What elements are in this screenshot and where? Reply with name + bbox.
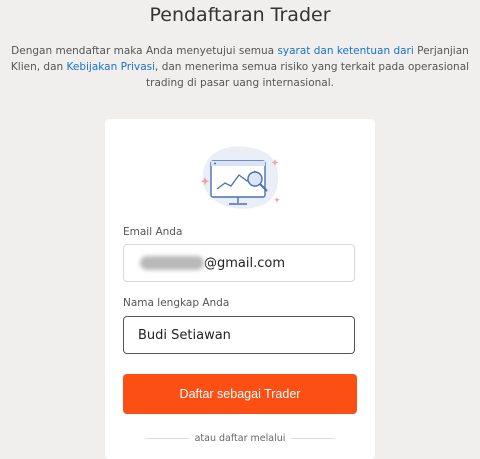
register-trader-button[interactable]: Daftar sebagai Trader xyxy=(123,374,357,414)
email-field[interactable]: @gmail.com xyxy=(123,244,355,282)
alt-signup-divider: atau daftar melalui xyxy=(145,433,335,444)
email-redacted-blur xyxy=(140,256,204,270)
terms-link[interactable]: syarat dan ketentuan dari xyxy=(277,45,413,57)
registration-card: Email Anda @gmail.com Nama lengkap Anda … xyxy=(105,119,375,459)
terms-text-1: Dengan mendaftar maka Anda menyetujui se… xyxy=(11,45,278,57)
divider-line-right xyxy=(291,438,335,439)
full-name-field[interactable]: Budi Setiawan xyxy=(123,316,355,354)
terms-notice: Dengan mendaftar maka Anda menyetujui se… xyxy=(4,43,476,91)
email-value: @gmail.com xyxy=(204,255,286,271)
divider-line-left xyxy=(145,438,189,439)
alt-signup-label: atau daftar melalui xyxy=(194,433,286,444)
page-title: Pendaftaran Trader xyxy=(149,4,331,26)
name-label: Nama lengkap Anda xyxy=(123,297,230,309)
full-name-value: Budi Setiawan xyxy=(138,327,231,343)
privacy-policy-link[interactable]: Kebijakan Privasi xyxy=(67,61,156,73)
terms-text-3: , dan menerima semua risiko yang terkait… xyxy=(146,61,470,89)
email-label: Email Anda xyxy=(123,226,183,238)
monitor-chart-magnifier-icon xyxy=(200,146,280,209)
